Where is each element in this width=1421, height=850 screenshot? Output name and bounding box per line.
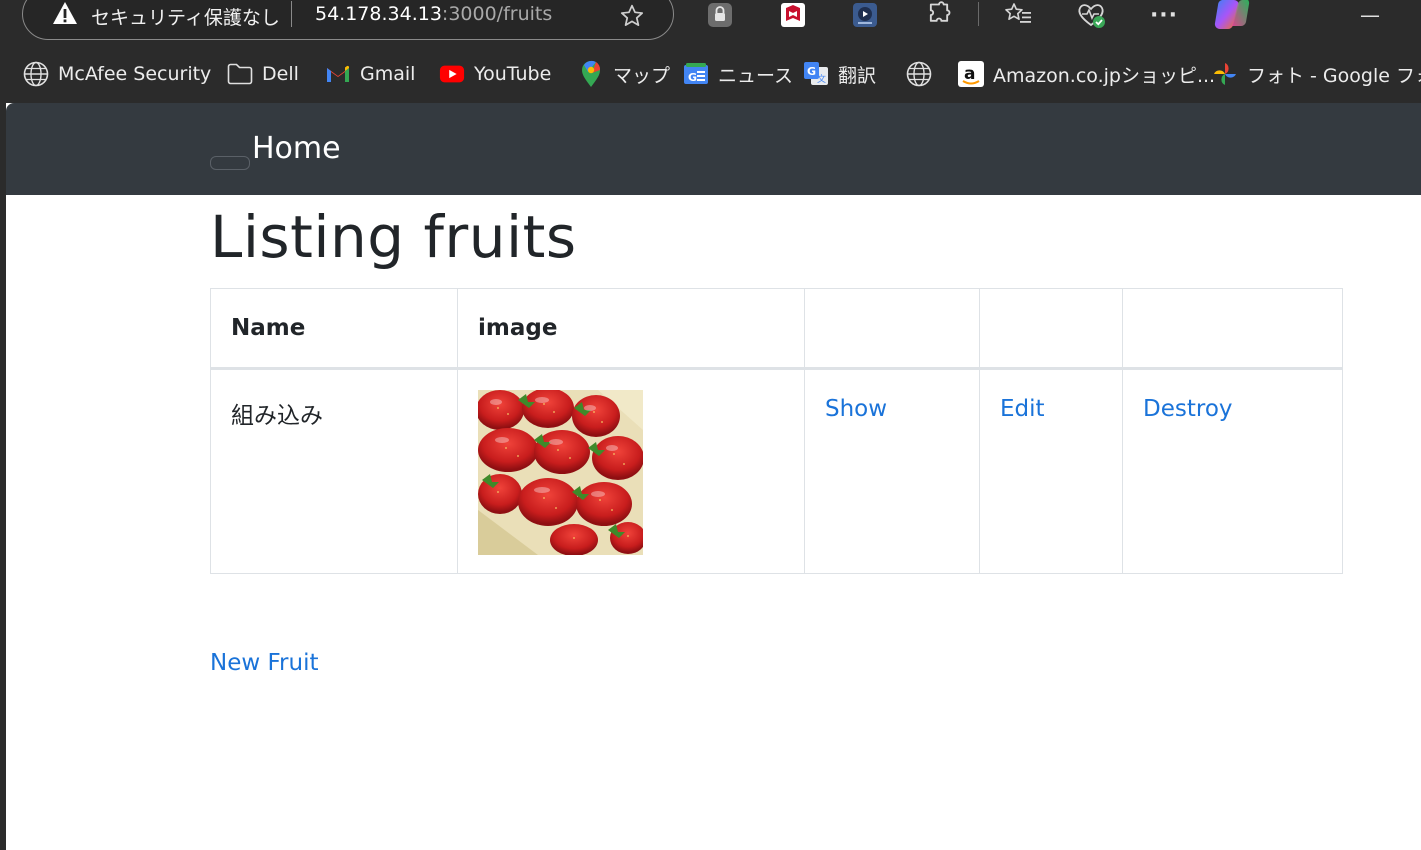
bookmark-label: Dell [262, 63, 299, 85]
gmail-icon [325, 61, 351, 87]
bookmark-label: YouTube [474, 63, 552, 85]
mcafee-extension-icon[interactable] [778, 0, 808, 30]
bookmark-label: マップ [613, 64, 671, 87]
translate-icon: G文 [803, 61, 829, 87]
url-host[interactable]: 54.178.34.13 [315, 3, 442, 25]
warning-icon[interactable] [52, 1, 78, 25]
bookmark-globe[interactable] [906, 56, 941, 92]
browser-health-icon[interactable] [1076, 0, 1106, 30]
svg-text:文: 文 [817, 73, 826, 85]
bookmark-label: Amazon.co.jpショッピ... [993, 64, 1216, 87]
url-text[interactable]: 54.178.34.13:3000/fruits [315, 3, 552, 25]
bookmark-translate[interactable]: G文 翻訳 [803, 56, 876, 92]
svg-text:a: a [964, 64, 975, 84]
destroy-cell: Destroy [1122, 368, 1343, 574]
bookmark-gmail[interactable]: Gmail [325, 56, 415, 92]
folder-icon [227, 61, 253, 87]
page-title: Listing fruits [210, 203, 577, 271]
url-divider [291, 1, 292, 27]
table-header-row: Name image [210, 288, 1343, 370]
column-header-show [804, 288, 980, 370]
show-cell: Show [804, 368, 980, 574]
news-icon: G [683, 61, 709, 87]
table-row: 組み込み Show Edit Destroy [210, 368, 1343, 574]
media-extension-icon[interactable] [850, 0, 880, 30]
bookmark-label: Gmail [360, 63, 416, 85]
bookmark-maps[interactable]: マップ [578, 56, 670, 92]
security-label[interactable]: セキュリティ保護なし [91, 3, 280, 30]
favorite-star-icon[interactable] [619, 3, 645, 29]
bookmark-google-photos[interactable]: フォト - Google フォト [1212, 56, 1421, 92]
navbar: Home [6, 103, 1421, 195]
copilot-icon[interactable] [1214, 0, 1252, 30]
fruits-table: Name image 組み込み Show Edit Destroy [210, 288, 1343, 574]
more-menu-icon[interactable]: ··· [1149, 0, 1179, 30]
minimize-window-icon[interactable]: — [1355, 0, 1385, 30]
bookmark-label: 翻訳 [838, 64, 877, 87]
toolbar-divider [978, 2, 979, 26]
fruit-image-cell [457, 368, 805, 574]
edit-link[interactable]: Edit [1000, 396, 1045, 422]
bookmark-label: McAfee Security [58, 63, 212, 85]
show-link[interactable]: Show [825, 396, 887, 422]
photos-pinwheel-icon [1212, 61, 1238, 87]
bookmark-youtube[interactable]: YouTube [439, 56, 551, 92]
amazon-icon: a [958, 61, 984, 87]
maps-pin-icon [578, 60, 604, 87]
globe-icon [906, 61, 932, 87]
bookmark-news[interactable]: G ニュース [683, 56, 793, 92]
column-header-name: Name [210, 288, 458, 370]
destroy-link[interactable]: Destroy [1143, 396, 1233, 422]
bookmark-amazon[interactable]: a Amazon.co.jpショッピ... [958, 56, 1215, 92]
bookmark-dell[interactable]: Dell [227, 56, 299, 92]
new-fruit-link[interactable]: New Fruit [210, 650, 318, 676]
browser-chrome: セキュリティ保護なし 54.178.34.13:3000/fruits ··· [0, 0, 1421, 103]
edit-cell: Edit [979, 368, 1123, 574]
column-header-edit [979, 288, 1123, 370]
svg-text:G: G [688, 71, 697, 84]
bookmark-label: フォト - Google フォト [1247, 64, 1421, 87]
bookmark-label: ニュース [718, 64, 794, 87]
address-bar[interactable]: セキュリティ保護なし 54.178.34.13:3000/fruits [22, 0, 674, 40]
fruit-name-cell: 組み込み [210, 368, 458, 574]
bookmarks-bar: McAfee Security Dell Gmail YouTube マップ G… [0, 56, 1421, 92]
window-edge [0, 103, 6, 850]
column-header-destroy [1122, 288, 1343, 370]
youtube-icon [439, 61, 465, 87]
globe-icon [23, 61, 49, 87]
svg-text:G: G [807, 65, 816, 78]
home-link[interactable]: Home [252, 131, 341, 166]
favorites-list-icon[interactable] [1003, 0, 1033, 30]
navbar-toggler-button[interactable] [210, 156, 250, 170]
strawberries-photo [478, 390, 643, 555]
extensions-puzzle-icon[interactable] [924, 0, 954, 30]
column-header-image: image [457, 288, 805, 370]
password-lock-icon[interactable] [705, 0, 735, 30]
bookmark-mcafee[interactable]: McAfee Security [23, 56, 211, 92]
url-path[interactable]: :3000/fruits [442, 3, 552, 25]
